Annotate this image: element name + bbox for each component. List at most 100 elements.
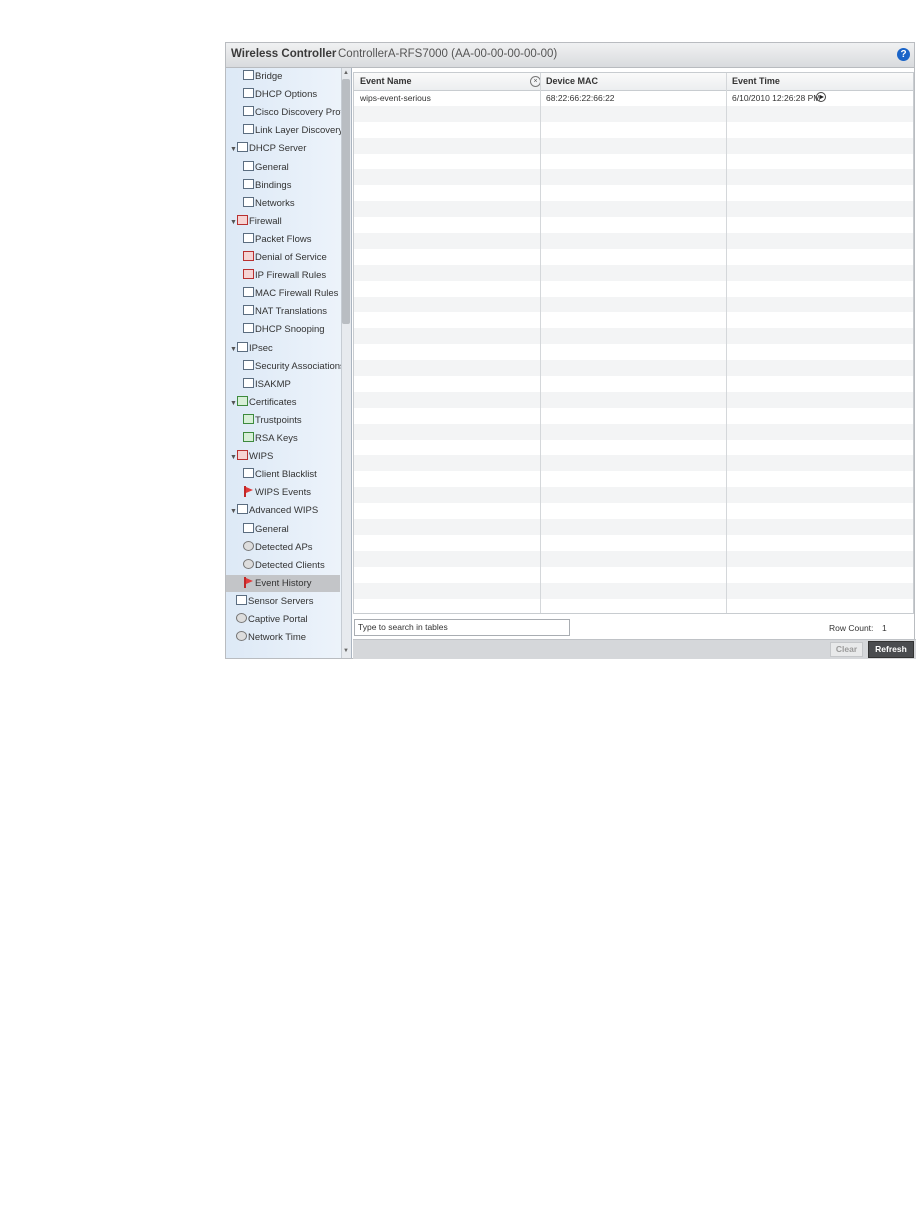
table-row — [354, 503, 913, 519]
table-row — [354, 233, 913, 249]
column-header-event-name[interactable]: Event Name — [360, 76, 412, 86]
table-row — [354, 201, 913, 218]
title-bar: Wireless Controller ControllerA-RFS7000 … — [226, 43, 914, 68]
sidebar-item[interactable]: Detected Clients — [243, 557, 325, 574]
sidebar-item-label: Denial of Service — [255, 252, 327, 263]
sidebar-item[interactable]: General — [243, 521, 289, 538]
sidebar-item[interactable]: Packet Flows — [243, 231, 312, 248]
cell-device-mac[interactable]: 68:22:66:22:66:22 — [546, 93, 615, 103]
scroll-up-icon[interactable]: ▲ — [343, 70, 349, 76]
sidebar-item[interactable]: Captive Portal — [236, 611, 308, 628]
table-search-input[interactable]: Type to search in tables — [354, 619, 570, 636]
sidebar-item[interactable]: Bridge — [243, 68, 282, 85]
sidebar-item[interactable]: Link Layer Discovery — [243, 122, 343, 139]
sidebar-item[interactable]: ▼ Certificates — [230, 394, 297, 411]
sidebar-item-label: Certificates — [249, 396, 297, 408]
sidebar-item[interactable]: General — [243, 159, 289, 176]
advanced-wips-icon — [237, 504, 248, 515]
sidebar-item-label: Packet Flows — [255, 233, 312, 245]
sidebar-item[interactable]: IP Firewall Rules — [243, 267, 326, 284]
table-row — [354, 169, 913, 186]
sidebar-item-label: Sensor Servers — [248, 595, 314, 607]
sidebar-item[interactable]: Sensor Servers — [236, 593, 313, 610]
sidebar-item[interactable]: Cisco Discovery Prot — [243, 104, 343, 121]
sidebar-item-label: Firewall — [249, 215, 282, 227]
sidebar-item-label: IPsec — [249, 342, 273, 354]
sidebar-item[interactable]: Security Associations — [243, 358, 345, 375]
expand-toggle-icon[interactable]: ▼ — [230, 214, 237, 231]
sidebar-item-label: WIPS — [249, 451, 274, 463]
flag-icon — [243, 486, 254, 498]
sidebar-item[interactable]: Trustpoints — [243, 412, 302, 429]
sidebar-item[interactable]: RSA Keys — [243, 430, 298, 447]
dhcp-snooping-icon — [243, 323, 254, 334]
table-row — [354, 185, 913, 201]
cell-event-name[interactable]: wips-event-serious — [360, 93, 431, 103]
table-row — [354, 264, 913, 281]
sidebar-item[interactable]: Bindings — [243, 177, 291, 194]
security-association-icon — [243, 359, 254, 370]
row-count-value: 1 — [882, 623, 887, 633]
sidebar-scroll-thumb[interactable] — [342, 79, 350, 324]
sidebar-item-label: DHCP Server — [249, 143, 307, 155]
column-header-device-mac[interactable]: Device MAC — [546, 76, 598, 86]
event-table: Event Name × Device MAC Event Time wips-… — [353, 72, 914, 614]
clear-button[interactable]: Clear — [830, 642, 863, 657]
expand-toggle-icon[interactable]: ▼ — [230, 341, 237, 358]
table-row — [354, 408, 913, 424]
sidebar-item[interactable]: ISAKMP — [243, 376, 291, 393]
scroll-down-icon[interactable]: ▼ — [343, 648, 349, 654]
sidebar-item[interactable]: ▼ WIPS — [230, 448, 273, 465]
sidebar-item-label: Bridge — [255, 71, 283, 82]
table-row — [354, 137, 913, 154]
expand-toggle-icon[interactable]: ▼ — [230, 395, 237, 412]
sidebar-item-label: ISAKMP — [255, 378, 291, 390]
sidebar-item[interactable]: WIPS Events — [243, 484, 311, 501]
sidebar-item-label: IP Firewall Rules — [255, 270, 327, 282]
key-icon — [243, 377, 254, 388]
device-title: ControllerA-RFS7000 (AA-00-00-00-00-00) — [338, 48, 558, 60]
table-row — [354, 249, 913, 265]
sidebar-item-label: Event History — [255, 577, 312, 589]
cell-event-time[interactable]: 6/10/2010 12:26:28 PM — [732, 93, 820, 103]
table-row[interactable] — [354, 90, 913, 106]
sidebar-item[interactable]: Detected APs — [243, 539, 313, 556]
help-icon[interactable]: ? — [897, 48, 910, 61]
row-count-label: Row Count: — [829, 623, 874, 633]
table-row — [354, 122, 913, 138]
network-icon — [243, 124, 254, 135]
sidebar-item[interactable]: Networks — [243, 195, 295, 212]
table-header: Event Name × Device MAC Event Time — [354, 73, 913, 91]
network-icon — [243, 196, 254, 207]
expand-row-icon[interactable] — [816, 92, 826, 102]
sidebar-item[interactable]: ▼ IPsec — [230, 340, 273, 357]
sidebar-item[interactable]: Network Time — [236, 629, 306, 646]
app-title: Wireless Controller — [231, 48, 337, 60]
sidebar-item[interactable]: ▼ DHCP Server — [230, 140, 306, 157]
denial-of-service-icon — [243, 251, 254, 261]
refresh-button[interactable]: Refresh — [868, 641, 914, 658]
sidebar-item-label: WIPS Events — [255, 487, 311, 499]
expand-toggle-icon[interactable]: ▼ — [230, 503, 237, 520]
expand-toggle-icon[interactable]: ▼ — [230, 449, 237, 466]
sidebar-item[interactable]: MAC Firewall Rules — [243, 285, 338, 302]
sidebar-item-label: Cisco Discovery Prot — [255, 107, 344, 119]
sensor-icon — [243, 522, 254, 533]
sidebar-item[interactable]: Event History — [226, 574, 340, 592]
table-row — [354, 296, 913, 313]
sidebar-item[interactable]: DHCP Options — [243, 86, 317, 103]
sidebar-item[interactable]: ▼ Advanced WIPS — [230, 502, 318, 519]
table-row — [354, 471, 913, 487]
sidebar-item[interactable]: Client Blacklist — [243, 466, 317, 483]
sidebar-item[interactable]: Denial of Service — [243, 249, 327, 266]
sidebar-item-label: General — [255, 523, 289, 535]
table-row — [354, 567, 913, 583]
expand-toggle-icon[interactable]: ▼ — [230, 141, 237, 158]
portal-icon — [236, 613, 247, 623]
sidebar-item[interactable]: ▼ Firewall — [230, 213, 282, 230]
column-header-event-time[interactable]: Event Time — [732, 76, 780, 86]
table-row — [354, 519, 913, 535]
sidebar-item[interactable]: NAT Translations — [243, 303, 327, 320]
sidebar-item[interactable]: DHCP Snooping — [243, 321, 325, 338]
clock-icon — [236, 631, 247, 642]
